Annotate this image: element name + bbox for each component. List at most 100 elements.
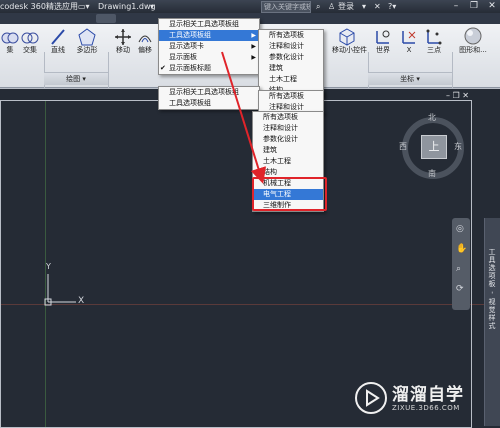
menu-item-label: 参数化设计 xyxy=(269,53,304,61)
shapes-label: 图形和... xyxy=(459,46,487,54)
menu-item[interactable]: 注释和设计 xyxy=(253,123,323,134)
restore-icon[interactable]: ❐ xyxy=(466,0,482,13)
menu-item-label: 注释和设计 xyxy=(269,103,304,111)
autocad-window: codesk 360 精选应用 ▭▾ Drawing1.dwg ▾ 键入关键字或… xyxy=(0,0,500,428)
menu-item[interactable]: 工具选项板组 xyxy=(159,98,259,109)
menu-item-label: 注释和设计 xyxy=(263,124,298,132)
menu-item-label: 所有选项板 xyxy=(263,113,298,121)
menu-item[interactable]: 土木工程 xyxy=(253,156,323,167)
menu-item[interactable]: ✔ 显示面板标题 xyxy=(159,63,259,74)
menu-item[interactable]: 所有选项板 xyxy=(259,91,323,102)
submenu-palette-groups-1: 所有选项板注释和设计参数化设计建筑土木工程结构 xyxy=(258,29,324,97)
shapes-button[interactable]: 图形和... xyxy=(456,26,490,55)
steering-wheel-icon[interactable]: ◎ xyxy=(456,224,464,234)
dropdown-arrow-icon[interactable]: ▾ xyxy=(150,1,154,12)
tool-palette[interactable]: 工具选项板 - 视觉样式 xyxy=(484,218,500,426)
south-label[interactable]: 南 xyxy=(428,168,436,179)
line-icon xyxy=(51,29,65,45)
move-label: 移动 xyxy=(116,46,130,54)
minimize-icon[interactable]: – xyxy=(448,0,464,13)
east-label[interactable]: 东 xyxy=(454,141,462,152)
submenu-arrow-icon: ▶ xyxy=(251,32,256,39)
gizmo-label: 移动小控件 xyxy=(332,46,367,54)
polygon-icon xyxy=(78,28,96,46)
zoom-icon[interactable]: ⌕ xyxy=(456,264,461,274)
highlight-box xyxy=(252,177,327,211)
west-label[interactable]: 西 xyxy=(399,141,407,152)
search-input[interactable]: 键入关键字或短语 xyxy=(261,1,311,13)
menu-item-label: 显示相关工具选项板组 xyxy=(169,20,239,28)
menu-item-label: 注释和设计 xyxy=(269,42,304,50)
orbit-icon[interactable]: ⟳ xyxy=(456,284,464,294)
menu-item-label: 显示面板 xyxy=(169,53,197,61)
menu-item[interactable]: 显示相关工具选项板组 xyxy=(159,87,259,98)
x-ucs-button[interactable]: X xyxy=(398,28,420,55)
menu-item-label: 建筑 xyxy=(269,64,283,72)
menu-item[interactable]: 所有选项板 xyxy=(259,30,323,41)
search-icon[interactable]: ⌕ xyxy=(316,1,320,12)
watermark-url: ZIXUE.3D66.COM xyxy=(392,404,460,412)
menu-item-label: 显示选项卡 xyxy=(169,42,204,50)
close-icon[interactable]: ✕ xyxy=(484,0,500,13)
menu-item-label: 参数化设计 xyxy=(263,135,298,143)
signin-link[interactable]: 登录 xyxy=(338,1,354,12)
offset-icon xyxy=(138,35,152,43)
palette-title: 工具选项板 - 视觉样式 xyxy=(488,248,496,330)
navigation-bar[interactable]: ◎ ✋ ⌕ ⟳ xyxy=(452,218,470,310)
draw-panel-label: 绘图 xyxy=(66,75,81,83)
menu-item[interactable]: 注释和设计 xyxy=(259,41,323,52)
menu-item-label: 显示相关工具选项板组 xyxy=(169,88,239,96)
video-icon[interactable]: ▭▾ xyxy=(78,1,90,12)
world-ucs-button[interactable]: 世界 xyxy=(372,28,394,55)
polygon-label: 多边形 xyxy=(76,46,98,54)
exchange-icon[interactable]: ✕ xyxy=(374,1,381,12)
menu-item[interactable]: 参数化设计 xyxy=(259,52,323,63)
coords-panel-label: 坐标 xyxy=(400,75,415,83)
menu-item[interactable]: 参数化设计 xyxy=(253,134,323,145)
draw-panel-title[interactable]: 绘图 ▾ xyxy=(44,72,108,85)
submenu-arrow-icon: ▶ xyxy=(251,54,256,61)
x-ucs-icon xyxy=(402,31,416,44)
line-button[interactable]: 直线 xyxy=(48,28,68,55)
menu-item-label: 所有选项板 xyxy=(269,92,304,100)
menu-item[interactable]: 显示选项卡 ▶ xyxy=(159,41,259,52)
menu-item[interactable]: 建筑 xyxy=(253,145,323,156)
move-icon xyxy=(115,29,131,45)
intersect-button[interactable]: 交集 xyxy=(20,30,40,55)
three-point-ucs-button[interactable]: 三点 xyxy=(422,28,446,55)
featured-apps-tab[interactable]: 精选应用 xyxy=(46,1,78,12)
signin-dropdown-icon[interactable]: ▾ xyxy=(362,1,366,12)
pan-icon[interactable]: ✋ xyxy=(456,244,467,254)
menu-item[interactable]: 工具选项板组 ▶ xyxy=(159,30,259,41)
polygon-button[interactable]: 多边形 xyxy=(74,28,100,55)
watermark: 溜溜自学 ZIXUE.3D66.COM xyxy=(352,378,476,418)
context-menu-main: 显示相关工具选项板组 工具选项板组 ▶ 显示选项卡 ▶ 显示面板 ▶ ✔ 显示面板标题 xyxy=(158,18,260,75)
context-menu-echo: 显示相关工具选项板组 工具选项板组 xyxy=(158,86,260,110)
watermark-title: 溜溜自学 xyxy=(392,385,464,405)
ucs-y-label: Y xyxy=(46,262,51,271)
menu-item-label: 工具选项板组 xyxy=(169,99,211,107)
menu-item[interactable]: 所有选项板 xyxy=(253,112,323,123)
menu-item[interactable]: 显示面板 ▶ xyxy=(159,52,259,63)
union-label: 集 xyxy=(6,46,14,54)
menu-item[interactable]: 土木工程 xyxy=(259,74,323,85)
viewport-minimize-icon[interactable]: – ❐ ✕ xyxy=(446,91,469,100)
gizmo-button[interactable]: 移动小控件 xyxy=(332,28,367,55)
coords-panel-title[interactable]: 坐标 ▾ xyxy=(368,72,452,85)
menu-item[interactable]: 显示相关工具选项板组 xyxy=(159,19,259,30)
union-button[interactable]: 集 xyxy=(0,30,20,55)
menu-item[interactable]: 建筑 xyxy=(259,63,323,74)
menu-item-label: 所有选项板 xyxy=(269,31,304,39)
title-bar: codesk 360 精选应用 ▭▾ Drawing1.dwg ▾ 键入关键字或… xyxy=(0,0,500,13)
move-button[interactable]: 移动 xyxy=(112,28,134,55)
menu-item-label: 土木工程 xyxy=(263,157,291,165)
north-label[interactable]: 北 xyxy=(428,112,436,123)
user-icon[interactable]: ♙ xyxy=(328,1,335,12)
x-ucs-label: X xyxy=(406,46,412,54)
viewcube-top-face[interactable]: 上 xyxy=(421,135,447,159)
menu-item-label: 土木工程 xyxy=(269,75,297,83)
offset-button[interactable]: 偏移 xyxy=(134,28,156,55)
active-tab-indicator xyxy=(96,14,116,23)
drawing-title: Drawing1.dwg xyxy=(98,2,156,11)
help-icon[interactable]: ?▾ xyxy=(388,1,396,12)
